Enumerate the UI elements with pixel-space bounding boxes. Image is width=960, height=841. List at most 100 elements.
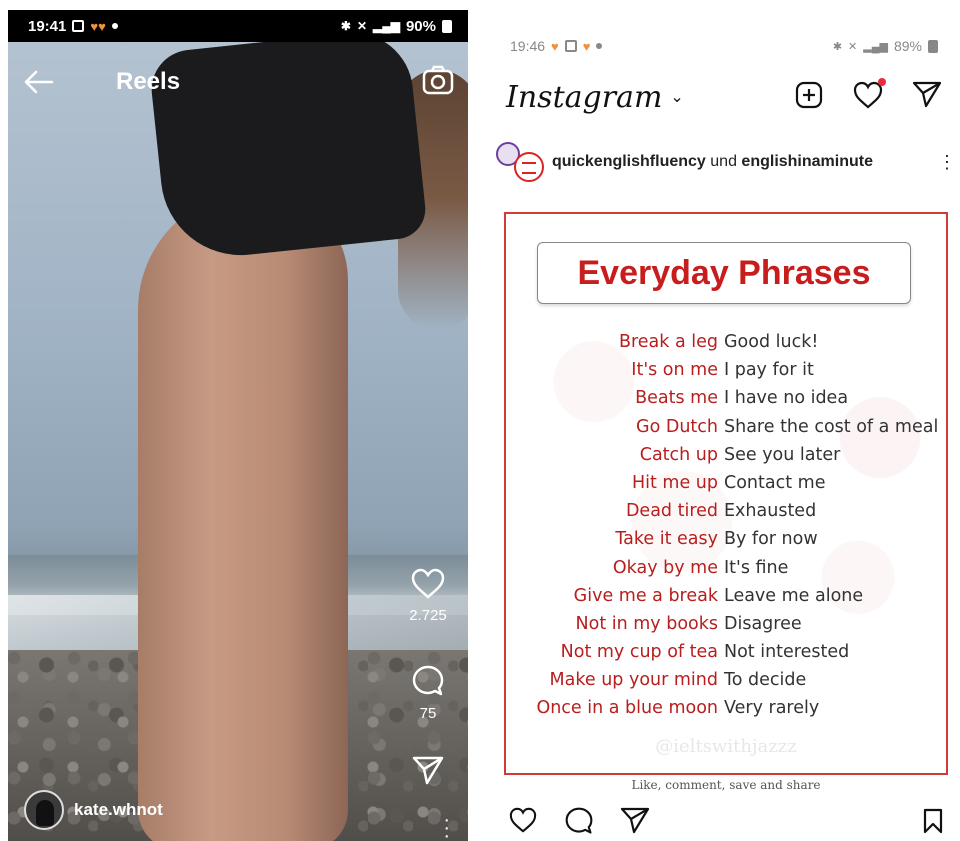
battery-icon — [442, 19, 452, 33]
page-title: Reels — [116, 68, 181, 95]
back-arrow-icon[interactable] — [24, 70, 64, 94]
status-time: 19:46 — [510, 38, 546, 54]
comment-icon[interactable] — [411, 664, 445, 698]
phrase-meaning: Very rarely — [724, 698, 820, 719]
new-post-icon[interactable] — [794, 80, 824, 110]
phrase-meaning: Disagree — [724, 613, 802, 634]
phrase-row: Give me a break Leave me alone — [506, 586, 946, 614]
battery-level: 90% — [405, 17, 436, 35]
author-connector: und — [710, 153, 737, 170]
phrase-row: It's on me I pay for it — [506, 360, 946, 388]
send-icon[interactable] — [620, 806, 650, 836]
signal-icon: ▂▄▆ — [863, 40, 888, 53]
avatar[interactable] — [24, 790, 64, 830]
mute-icon: ✕ — [356, 19, 367, 33]
camera-icon[interactable] — [422, 65, 454, 95]
post-title: Everyday Phrases — [577, 253, 871, 292]
phrase-meaning: I have no idea — [724, 388, 849, 409]
notification-heart-icon: ♥ — [551, 38, 559, 54]
battery-level: 89% — [893, 38, 922, 54]
post-header: quickenglishfluency und englishinaminute… — [492, 140, 960, 184]
share-action[interactable] — [388, 754, 468, 791]
phrase-row: Take it easy By for now — [506, 529, 946, 557]
phrase-row: Hit me up Contact me — [506, 473, 946, 501]
author-name[interactable]: englishinaminute — [741, 153, 873, 170]
battery-icon — [928, 39, 938, 53]
phrase-text: It's on me — [631, 360, 718, 381]
app-header: Instagram ⌄ — [492, 72, 960, 122]
phrase-row: Once in a blue moon Very rarely — [506, 698, 946, 726]
phrase-text: Hit me up — [631, 472, 718, 493]
phrase-row: Go Dutch Share the cost of a meal — [506, 417, 946, 445]
phrase-text: Go Dutch — [636, 416, 718, 437]
phrase-meaning: To decide — [724, 670, 807, 691]
app-logo[interactable]: Instagram — [506, 80, 662, 115]
more-icon[interactable]: ⋮ — [938, 152, 956, 173]
heart-icon[interactable] — [508, 806, 538, 836]
phrase-meaning: Leave me alone — [724, 585, 864, 606]
phrase-text: Not in my books — [575, 613, 718, 634]
instagram-feed-screen: 19:46 ♥ ♥ ✱ ✕ ▂▄▆ 89% Instagram ⌄ quicke… — [492, 0, 960, 841]
person-figure — [138, 190, 348, 841]
reels-screen: 19:41 ♥♥ ✱ ✕ ▂▄▆ 90% Reels 2.725 75 kate… — [8, 10, 468, 841]
dot-icon — [596, 43, 603, 49]
phrase-list: Break a leg Good luck! It's on me I pay for… — [506, 332, 946, 727]
gallery-icon — [564, 40, 577, 52]
post-authors[interactable]: quickenglishfluency und englishinaminute — [552, 153, 873, 171]
phrase-row: Dead tired Exhausted — [506, 501, 946, 529]
phrase-row: Okay by me It's fine — [506, 558, 946, 586]
avatar[interactable] — [514, 152, 544, 182]
send-icon[interactable] — [912, 80, 942, 110]
post-actions — [508, 806, 948, 840]
phrase-row: Beats me I have no idea — [506, 388, 946, 416]
bluetooth-icon: ✱ — [832, 40, 843, 53]
watermark: @ieltswithjazzz — [655, 736, 797, 757]
phrase-row: Catch up See you later — [506, 445, 946, 473]
status-bar: 19:46 ♥ ♥ ✱ ✕ ▂▄▆ 89% — [492, 34, 960, 58]
mute-icon: ✕ — [848, 40, 858, 53]
phrase-text: Okay by me — [612, 557, 718, 578]
signal-icon: ▂▄▆ — [373, 19, 400, 33]
status-time: 19:41 — [28, 17, 67, 35]
phrase-meaning: By for now — [724, 529, 818, 550]
status-bar: 19:41 ♥♥ ✱ ✕ ▂▄▆ 90% — [8, 10, 468, 42]
phrase-meaning: Contact me — [724, 472, 826, 493]
more-icon[interactable]: · · · — [443, 810, 450, 841]
likes-count: 2.725 — [409, 607, 447, 624]
phrase-row: Make up your mind To decide — [506, 670, 946, 698]
phrase-meaning: Exhausted — [724, 501, 817, 522]
reels-header: Reels — [8, 62, 468, 102]
comment-icon[interactable] — [564, 806, 594, 836]
author-name[interactable]: quickenglishfluency — [552, 153, 706, 170]
phrase-text: Beats me — [635, 388, 718, 409]
send-icon[interactable] — [411, 754, 445, 786]
dot-icon — [111, 23, 118, 29]
like-action[interactable]: 2.725 — [388, 568, 468, 624]
reel-author[interactable]: kate.whnot — [24, 790, 163, 830]
phrase-text: Not my cup of tea — [560, 642, 718, 663]
bookmark-icon[interactable] — [922, 808, 944, 834]
phrase-row: Not my cup of tea Not interested — [506, 642, 946, 670]
phrase-text: Once in a blue moon — [536, 698, 718, 719]
phrase-text: Dead tired — [625, 501, 718, 522]
phrase-meaning: Not interested — [724, 642, 850, 663]
phrase-meaning: See you later — [724, 444, 841, 465]
post-image[interactable]: Everyday Phrases Break a leg Good luck! It… — [504, 212, 948, 775]
phrase-text: Make up your mind — [549, 670, 718, 691]
comments-count: 75 — [419, 705, 437, 722]
phrase-meaning: Share the cost of a meal — [724, 416, 939, 437]
heart-icon[interactable] — [410, 568, 446, 600]
phrase-text: Take it easy — [615, 529, 718, 550]
phrase-meaning: Good luck! — [724, 332, 819, 352]
activity-heart-icon[interactable] — [852, 78, 886, 110]
comment-action[interactable]: 75 — [388, 664, 468, 722]
phrase-text: Break a leg — [618, 332, 718, 352]
bluetooth-icon: ✱ — [340, 19, 351, 33]
notification-heart-icon: ♥♥ — [90, 18, 106, 34]
post-title-box: Everyday Phrases — [537, 242, 911, 304]
phrase-meaning: I pay for it — [724, 360, 814, 381]
notification-heart-icon: ♥ — [582, 38, 591, 54]
collab-avatars[interactable] — [496, 140, 552, 184]
chevron-down-icon[interactable]: ⌄ — [670, 87, 683, 107]
username[interactable]: kate.whnot — [74, 800, 163, 820]
